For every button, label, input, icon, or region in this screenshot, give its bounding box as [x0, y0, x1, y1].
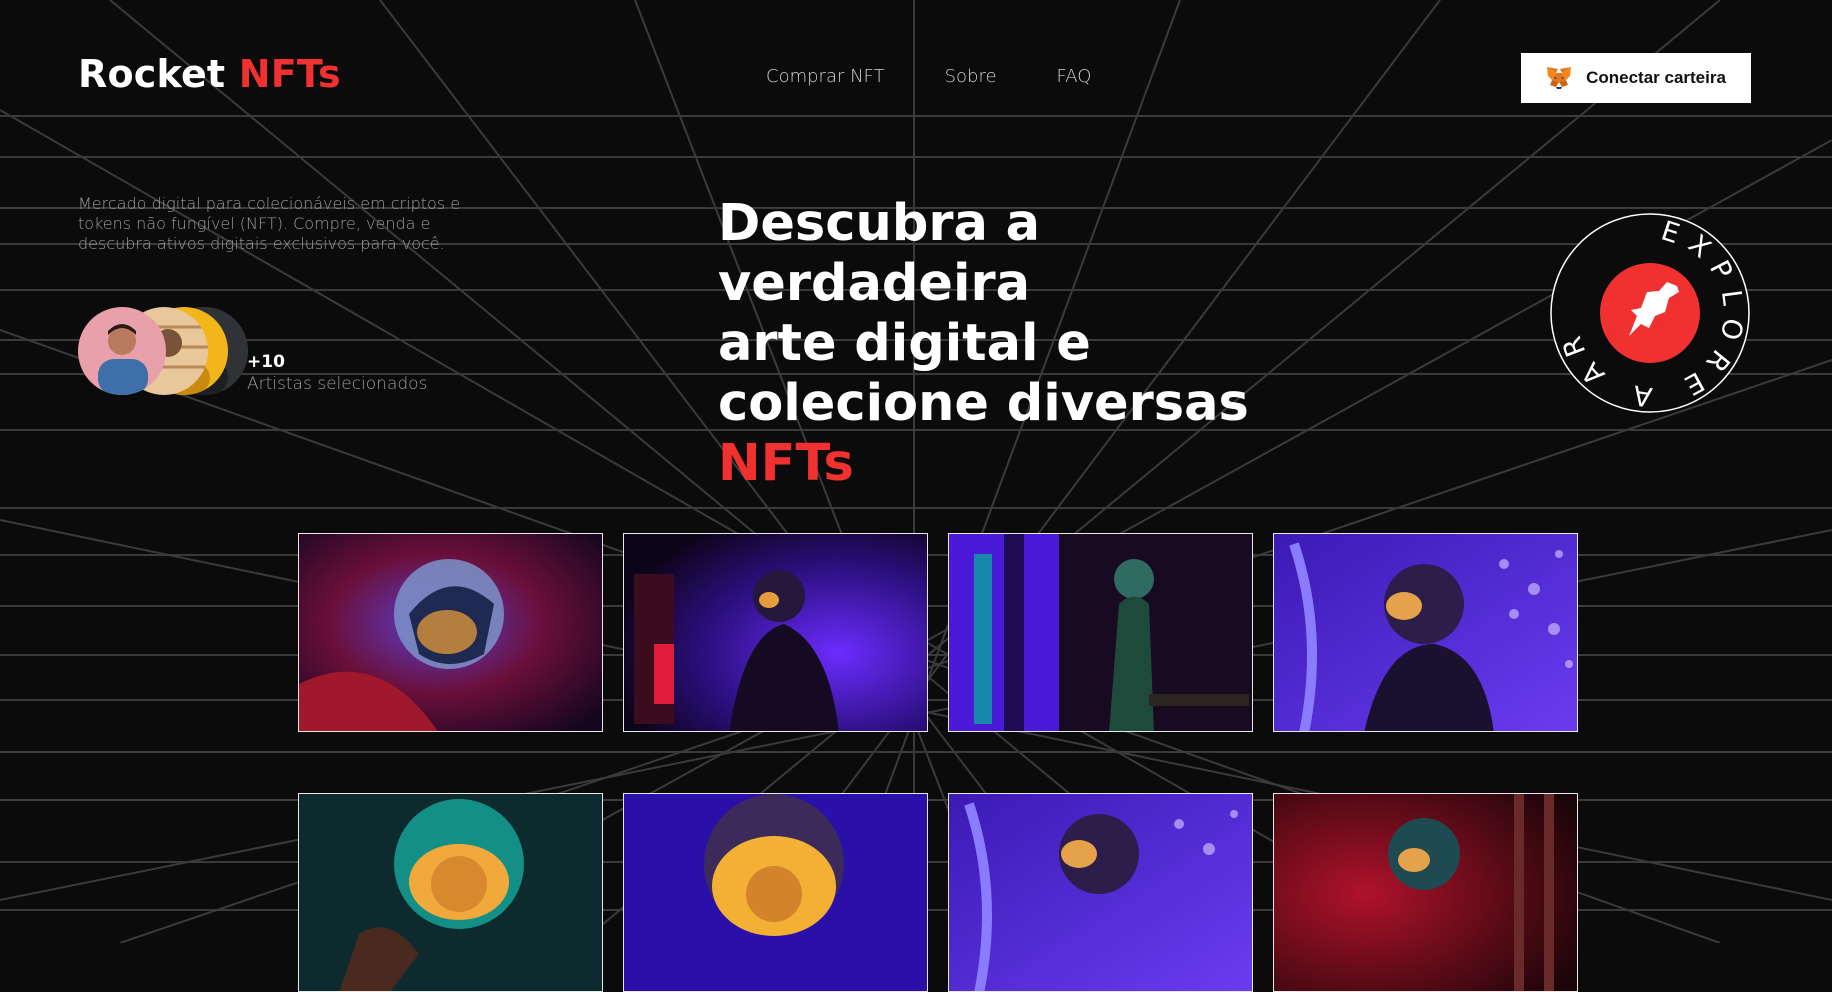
artists-count: +10	[247, 352, 285, 372]
hero-headline: Descubra a verdadeira arte digital e col…	[718, 194, 1358, 494]
nft-card[interactable]	[298, 533, 603, 732]
artist-avatars	[78, 307, 248, 395]
nft-card[interactable]	[623, 793, 928, 992]
nft-card[interactable]	[948, 533, 1253, 732]
headline-line: arte digital e	[718, 314, 1091, 373]
nav-item-sobre[interactable]: Sobre	[945, 66, 997, 87]
connect-wallet-label: Conectar carteira	[1586, 68, 1726, 87]
hero-description: Mercado digital para colecionáveis em cr…	[78, 194, 461, 253]
headline-accent: NFTs	[718, 434, 854, 493]
metamask-fox-icon	[1547, 67, 1572, 89]
headline-line: colecione diversas	[718, 374, 1249, 433]
connect-wallet-button[interactable]: Conectar carteira	[1521, 53, 1751, 103]
logo-accent-text: NFTs	[238, 52, 341, 96]
explore-art-badge[interactable]: EXPLORE A ARTE	[1549, 212, 1751, 414]
nft-card[interactable]	[298, 793, 603, 992]
nft-card[interactable]	[948, 793, 1253, 992]
nav-item-comprar-nft[interactable]: Comprar NFT	[766, 66, 885, 87]
artists-label: Artistas selecionados	[247, 374, 428, 394]
logo-text: Rocket	[78, 52, 226, 96]
site-logo[interactable]: Rocket NFTs	[78, 52, 341, 96]
main-nav: Comprar NFT Sobre FAQ	[766, 66, 1091, 87]
avatar	[78, 307, 166, 395]
nft-card[interactable]	[1273, 793, 1578, 992]
nft-card[interactable]	[623, 533, 928, 732]
headline-line: Descubra a verdadeira	[718, 194, 1041, 313]
nft-card[interactable]	[1273, 533, 1578, 732]
nav-item-faq[interactable]: FAQ	[1057, 66, 1092, 87]
